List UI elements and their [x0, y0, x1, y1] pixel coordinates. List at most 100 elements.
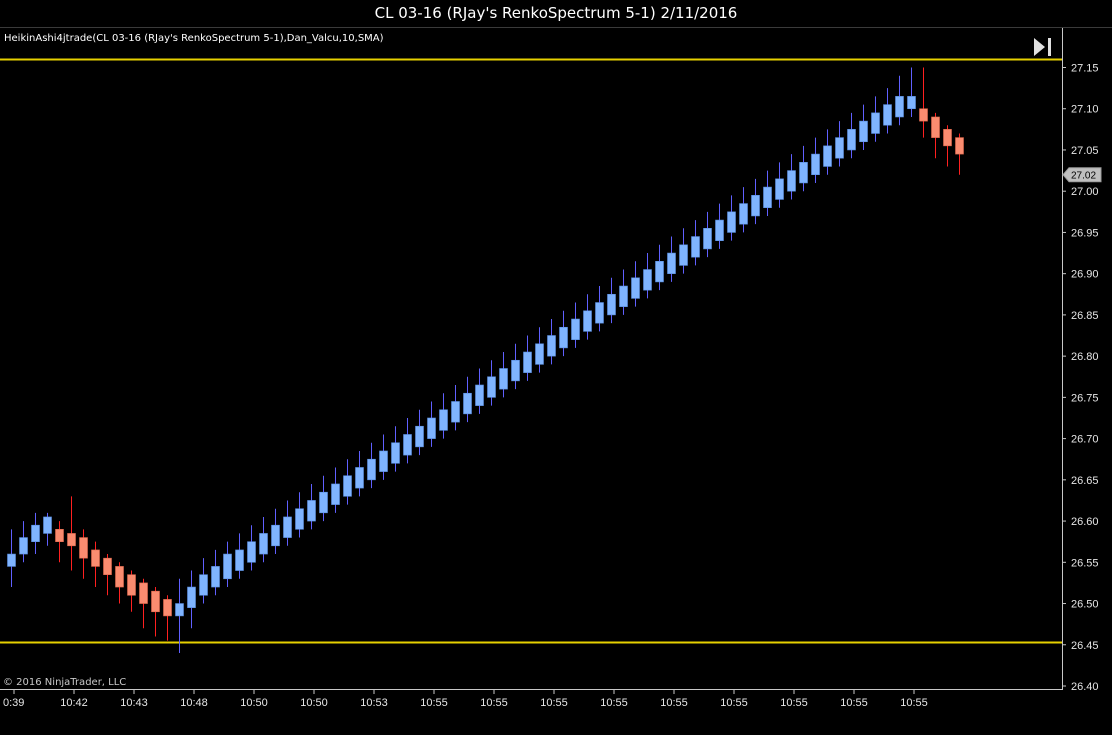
candle-body	[883, 104, 892, 126]
candle	[199, 558, 208, 604]
y-tick-label: 27.00	[1071, 186, 1099, 198]
y-tick-label: 27.15	[1071, 63, 1099, 75]
price-chart[interactable]: 27.15 27.10 27.05 27.00 26.95 26.90 26.85 26.80…	[0, 0, 1112, 735]
candle-body	[823, 145, 832, 167]
y-tick-label: 27.10	[1071, 104, 1099, 116]
candle	[271, 508, 280, 555]
x-tick-label: 10:55	[600, 697, 628, 709]
y-tick-label: 26.40	[1071, 681, 1099, 693]
candles-layer	[7, 67, 964, 654]
candle	[787, 154, 796, 200]
candle-body	[139, 582, 148, 604]
candle-body	[211, 566, 220, 588]
candle	[295, 492, 304, 538]
candle	[715, 203, 724, 249]
candle-body	[391, 442, 400, 464]
x-tick-label: 0:39	[3, 697, 24, 709]
candle	[583, 294, 592, 340]
candle-body	[43, 516, 52, 534]
candle-body	[607, 293, 616, 316]
candle-body	[463, 392, 472, 415]
candle	[403, 417, 412, 464]
x-tick-label: 10:55	[420, 697, 448, 709]
candle	[487, 360, 496, 406]
candle-body	[475, 384, 484, 406]
candle-body	[7, 553, 16, 567]
candle-body	[763, 186, 772, 208]
candle-body	[859, 120, 868, 143]
candle	[655, 244, 664, 291]
candle-body	[571, 318, 580, 340]
candle-body	[79, 537, 88, 559]
price-axis[interactable]: 27.15 27.10 27.05 27.00 26.95 26.90 26.85 26.80…	[1062, 63, 1099, 694]
candle-body	[655, 260, 664, 283]
candle	[499, 352, 508, 398]
y-tick-label: 26.95	[1071, 227, 1099, 239]
candle	[643, 253, 652, 299]
x-tick-label: 10:50	[240, 697, 268, 709]
x-tick-label: 10:55	[540, 697, 568, 709]
candle	[103, 554, 112, 596]
candle	[211, 549, 220, 596]
x-tick-label: 10:48	[180, 697, 208, 709]
candle	[871, 96, 880, 142]
x-tick-label: 10:55	[480, 697, 508, 709]
candle	[895, 75, 904, 126]
candle	[415, 409, 424, 456]
candle	[31, 512, 40, 555]
candle	[955, 133, 964, 175]
scroll-to-end-button[interactable]	[1031, 36, 1055, 58]
candle-body	[667, 252, 676, 274]
candle-body	[499, 368, 508, 390]
candle	[451, 384, 460, 431]
candle	[223, 541, 232, 588]
scroll-to-end-icon	[1034, 38, 1051, 56]
candle	[391, 426, 400, 472]
candle-body	[91, 549, 100, 567]
candle-body	[871, 112, 880, 134]
candle	[859, 104, 868, 150]
last-price-marker: 27.02	[1062, 167, 1102, 183]
candle-body	[919, 108, 928, 122]
candle-body	[631, 277, 640, 299]
candle-body	[283, 516, 292, 538]
candle-body	[67, 533, 76, 547]
candle	[55, 521, 64, 563]
y-tick-label: 26.55	[1071, 557, 1099, 569]
candle-body	[619, 285, 628, 307]
candle-body	[679, 244, 688, 266]
candle-body	[799, 162, 808, 184]
candle-body	[19, 537, 28, 555]
y-tick-label: 26.50	[1071, 599, 1099, 611]
candle	[163, 595, 172, 641]
last-price-label: 27.02	[1071, 171, 1096, 182]
candle	[247, 525, 256, 571]
candle-body	[31, 524, 40, 542]
candle	[943, 125, 952, 167]
time-axis[interactable]: 0:39 10:42 10:43 10:48 10:50 10:50 10:53 10:55 1…	[3, 690, 928, 709]
y-tick-label: 26.90	[1071, 269, 1099, 281]
candle	[751, 178, 760, 225]
candle	[847, 112, 856, 159]
x-tick-label: 10:55	[660, 697, 688, 709]
candle-body	[583, 310, 592, 332]
candle-body	[703, 228, 712, 250]
candle-body	[55, 529, 64, 542]
candle-body	[331, 483, 340, 505]
candle-body	[775, 178, 784, 200]
candle	[331, 467, 340, 513]
candle	[19, 521, 28, 563]
candle	[679, 228, 688, 274]
candle	[511, 343, 520, 390]
candle	[187, 570, 196, 629]
candle	[619, 269, 628, 315]
candle-body	[415, 425, 424, 448]
candle	[607, 277, 616, 324]
candle-body	[151, 590, 160, 613]
candle	[667, 236, 676, 282]
x-tick-label: 10:55	[900, 697, 928, 709]
candle-body	[367, 458, 376, 481]
candle-body	[403, 434, 412, 456]
candle	[43, 512, 52, 546]
candle-body	[271, 524, 280, 547]
